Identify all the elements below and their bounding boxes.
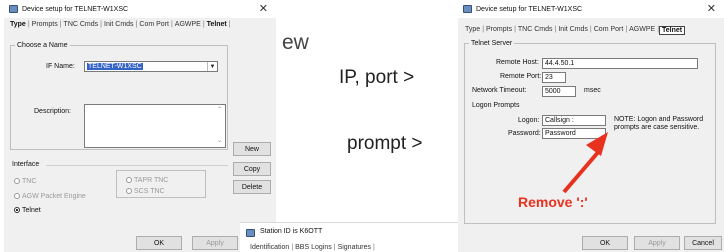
left-tab-strip: Type | Prompts | TNC Cmds | Init Cmds | Com … bbox=[8, 21, 231, 28]
description-textarea[interactable]: ⌃ ⌄ bbox=[84, 104, 226, 148]
scroll-down-icon[interactable]: ⌄ bbox=[217, 137, 222, 146]
ok-button[interactable]: OK bbox=[136, 236, 182, 250]
close-icon[interactable]: ✕ bbox=[259, 2, 268, 15]
background-text-fragment: ew bbox=[282, 31, 309, 54]
radio-telnet[interactable]: Telnet bbox=[14, 207, 41, 214]
radio-scs[interactable]: SCS TNC bbox=[126, 188, 165, 195]
radio-tnc-label: TNC bbox=[22, 178, 37, 185]
left-titlebar: Device setup for TELNET-W1XSC ✕ bbox=[4, 0, 276, 18]
radio-scs-label: SCS TNC bbox=[134, 188, 165, 195]
tab-prompts[interactable]: Prompts bbox=[30, 21, 60, 28]
apply-button[interactable]: Apply bbox=[634, 236, 680, 250]
station-tab-strip: Identification | BBS Logins | Signatures | bbox=[248, 244, 375, 251]
radio-agw[interactable]: AGW Packet Engine bbox=[14, 193, 86, 200]
radio-agw-label: AGW Packet Engine bbox=[22, 193, 86, 200]
right-device-setup-dialog: Device setup for TELNET-W1XSC ✕ Type | Pr… bbox=[458, 0, 724, 252]
tab-telnet[interactable]: Telnet bbox=[205, 21, 229, 28]
radio-circle-icon bbox=[126, 188, 132, 195]
radio-circle-icon bbox=[126, 177, 132, 184]
tab-tnc-cmds[interactable]: TNC Cmds bbox=[62, 21, 101, 28]
copy-button[interactable]: Copy bbox=[233, 162, 271, 176]
tab-type[interactable]: Type bbox=[8, 21, 28, 28]
description-label: Description: bbox=[34, 108, 71, 115]
radio-telnet-label: Telnet bbox=[22, 207, 41, 214]
scroll-up-icon[interactable]: ⌃ bbox=[217, 106, 222, 115]
if-name-value: TELNET-W1XSC bbox=[87, 63, 143, 70]
radio-selected-icon bbox=[14, 207, 20, 214]
if-name-dropdown[interactable]: TELNET-W1XSC ▼ bbox=[84, 61, 218, 72]
interface-label: Interface bbox=[12, 161, 40, 168]
new-button[interactable]: New bbox=[233, 142, 271, 156]
radio-tapr-label: TAPR TNC bbox=[134, 177, 169, 184]
apply-button[interactable]: Apply bbox=[192, 236, 238, 250]
tab-init-cmds[interactable]: Init Cmds bbox=[102, 21, 136, 28]
cancel-button[interactable]: Cancel bbox=[684, 236, 722, 250]
left-title: Device setup for TELNET-W1XSC bbox=[22, 5, 129, 13]
radio-circle-icon bbox=[14, 178, 20, 185]
if-name-label: IF Name: bbox=[46, 63, 75, 70]
ok-button[interactable]: OK bbox=[582, 236, 628, 250]
radio-tnc[interactable]: TNC bbox=[14, 178, 36, 185]
tab-identification[interactable]: Identification bbox=[248, 244, 291, 251]
app-icon bbox=[246, 229, 255, 237]
tab-bbs-logins[interactable]: BBS Logins bbox=[293, 244, 334, 251]
red-arrow-icon bbox=[562, 132, 608, 194]
chevron-down-icon[interactable]: ▼ bbox=[207, 62, 217, 71]
tab-signatures[interactable]: Signatures bbox=[336, 244, 373, 251]
ip-port-caption: IP, port > bbox=[339, 67, 415, 88]
tab-com-port[interactable]: Com Port bbox=[137, 21, 171, 28]
remove-colon-annotation: Remove ':' bbox=[518, 194, 588, 210]
radio-tapr[interactable]: TAPR TNC bbox=[126, 177, 168, 184]
choose-name-legend: Choose a Name bbox=[17, 42, 68, 49]
delete-button[interactable]: Delete bbox=[233, 180, 271, 194]
tab-agwpe[interactable]: AGWPE bbox=[173, 21, 203, 28]
left-device-setup-dialog: Device setup for TELNET-W1XSC ✕ Type | Pr… bbox=[4, 0, 276, 252]
app-icon bbox=[9, 5, 18, 13]
prompt-caption: prompt > bbox=[347, 133, 423, 154]
interface-divider bbox=[46, 165, 228, 166]
station-title: Station ID is K6OTT bbox=[260, 228, 323, 235]
radio-circle-icon bbox=[14, 193, 20, 200]
